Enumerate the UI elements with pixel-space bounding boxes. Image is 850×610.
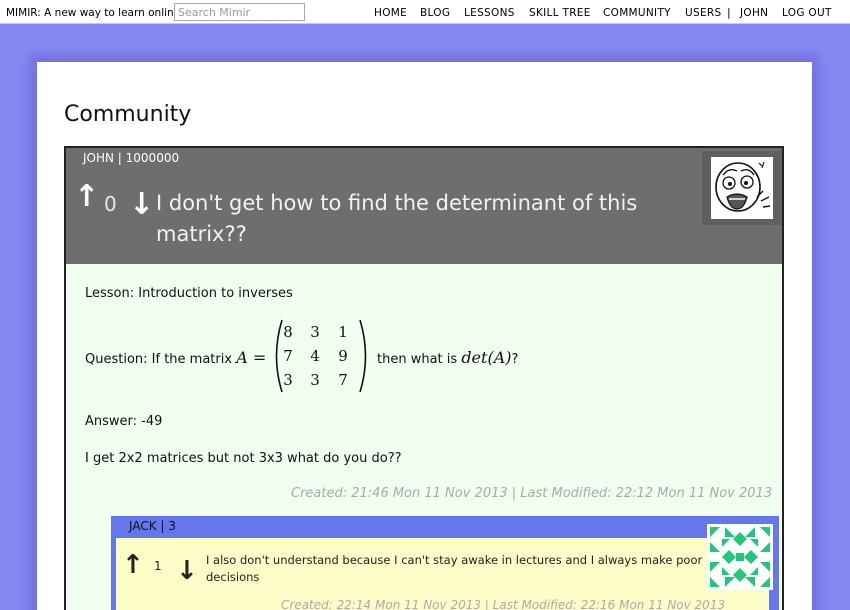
- matrix-cell: 9: [338, 347, 348, 365]
- community-post: JOHN | 1000000 ↑ 0 ↓ I don't get how to …: [64, 146, 784, 610]
- reply-author[interactable]: JACK | 3: [129, 519, 176, 533]
- matrix-cell: 7: [338, 371, 348, 389]
- top-navigation-bar: MIMIR: A new way to learn online HOME BL…: [0, 0, 850, 24]
- matrix-cell: 3: [283, 371, 293, 389]
- determinant-expression: det(A): [461, 348, 512, 367]
- nav-logout[interactable]: LOG OUT: [782, 7, 832, 19]
- reply-body: ↑ 1 ↓ I also don't understand because I …: [116, 538, 769, 610]
- post-author[interactable]: JOHN | 1000000: [83, 151, 179, 165]
- nav-user-john[interactable]: JOHN: [740, 7, 768, 19]
- matrix-cell: 8: [283, 323, 293, 341]
- post-body: I get 2x2 matrices but not 3x3 what do y…: [85, 451, 402, 466]
- reply-downvote-arrow-icon[interactable]: ↓: [176, 558, 198, 584]
- post-answer: Answer: -49: [85, 414, 163, 429]
- matrix-cell: 3: [310, 371, 320, 389]
- reply-text: I also don't understand because I can't …: [206, 553, 703, 584]
- main-card: Community JOHN | 1000000 ↑ 0 ↓ I don't g…: [37, 62, 812, 610]
- matrix-cell: 1: [338, 323, 348, 341]
- post-title: I don't get how to find the determinant …: [156, 191, 638, 246]
- reply-timestamps: Created: 22:14 Mon 11 Nov 2013 | Last Mo…: [281, 598, 726, 610]
- matrix-name: A =: [236, 348, 267, 367]
- matrix-cell: 7: [283, 347, 293, 365]
- nav-home[interactable]: HOME: [374, 7, 407, 19]
- nav-separator: |: [727, 6, 731, 19]
- reply-comment: JACK | 3 ↑ 1 ↓ I also don't understand b…: [111, 516, 779, 610]
- upvote-arrow-icon[interactable]: ↑: [74, 182, 99, 212]
- post-vote-count: 0: [104, 192, 117, 216]
- post-timestamps: Created: 21:46 Mon 11 Nov 2013 | Last Mo…: [291, 486, 773, 501]
- downvote-arrow-icon[interactable]: ↓: [129, 190, 154, 220]
- post-header: JOHN | 1000000 ↑ 0 ↓ I don't get how to …: [66, 148, 782, 264]
- question-matrix: 8 3 1 7 4 9 3 3 7: [273, 318, 369, 394]
- matrix-cell: 4: [310, 347, 320, 365]
- search-input[interactable]: [174, 3, 305, 21]
- post-avatar-frame: [702, 151, 782, 225]
- question-prefix: Question: If the matrix A =: [85, 348, 266, 367]
- page-title: Community: [64, 102, 192, 127]
- rage-face-avatar-icon[interactable]: [711, 157, 773, 219]
- nav-community[interactable]: COMMUNITY: [603, 7, 671, 19]
- reply-upvote-arrow-icon[interactable]: ↑: [122, 552, 144, 578]
- matrix-cell: 3: [310, 323, 320, 341]
- nav-users[interactable]: USERS: [685, 7, 721, 19]
- question-suffix-text: then what is: [377, 352, 458, 367]
- question-suffix: then what is det(A)?: [377, 348, 518, 367]
- green-identicon-avatar-icon[interactable]: [707, 524, 773, 590]
- nav-blog[interactable]: BLOG: [420, 7, 450, 19]
- reply-vote-count: 1: [154, 559, 162, 573]
- nav-skill-tree[interactable]: SKILL TREE: [529, 7, 591, 19]
- post-lesson: Lesson: Introduction to inverses: [85, 286, 293, 301]
- question-mark: ?: [511, 352, 519, 367]
- site-brand[interactable]: MIMIR: A new way to learn online: [6, 7, 180, 19]
- nav-lessons[interactable]: LESSONS: [464, 7, 515, 19]
- question-prefix-text: Question: If the matrix: [85, 352, 233, 367]
